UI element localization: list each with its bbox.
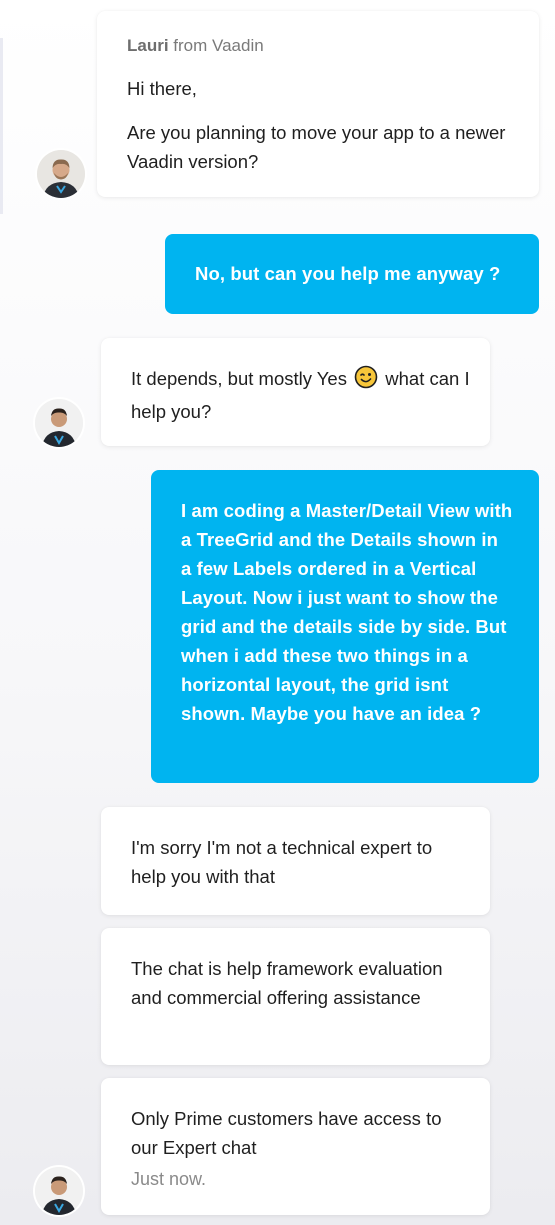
agent-avatar-lauri (37, 150, 85, 198)
avatar-photo-icon (35, 1167, 83, 1215)
user-message-2-text: I am coding a Master/Detail View with a … (181, 500, 513, 724)
greeting-text: Hi there, (127, 78, 197, 99)
user-message-1: No, but can you help me anyway ? (165, 234, 539, 314)
user-message-2: I am coding a Master/Detail View with a … (151, 470, 539, 783)
sender-name: Lauri (127, 36, 169, 55)
message-timestamp: Just now. (131, 1169, 207, 1189)
user-message-1-text: No, but can you help me anyway ? (195, 263, 501, 284)
sender-suffix: from Vaadin (173, 36, 264, 55)
agent-message-2: I'm sorry I'm not a technical expert to … (101, 807, 490, 915)
winking-face-icon (354, 365, 378, 397)
agent-intro-message: Lauri from Vaadin Hi there, Are you plan… (97, 11, 539, 197)
agent-avatar-2 (35, 1167, 83, 1215)
agent-message-1-text-before: It depends, but mostly Yes (131, 368, 347, 389)
agent-message-1: It depends, but mostly Yes what can I he… (101, 338, 490, 446)
agent-message-4: Only Prime customers have access to our … (101, 1078, 490, 1215)
agent-message-3: The chat is help framework evaluation an… (101, 928, 490, 1065)
chat-panel-edge (0, 38, 3, 214)
intro-question-text: Are you planning to move your app to a n… (127, 122, 506, 172)
agent-message-2-text: I'm sorry I'm not a technical expert to … (131, 837, 433, 887)
agent-avatar-1 (35, 399, 83, 447)
avatar-photo-icon (35, 399, 83, 447)
avatar-photo-icon (37, 150, 85, 198)
sender-line: Lauri from Vaadin (127, 34, 509, 58)
agent-message-3-text: The chat is help framework evaluation an… (131, 958, 443, 1008)
agent-message-1-text: It depends, but mostly Yes what can I he… (131, 364, 470, 426)
agent-message-4-text: Only Prime customers have access to our … (131, 1108, 442, 1158)
